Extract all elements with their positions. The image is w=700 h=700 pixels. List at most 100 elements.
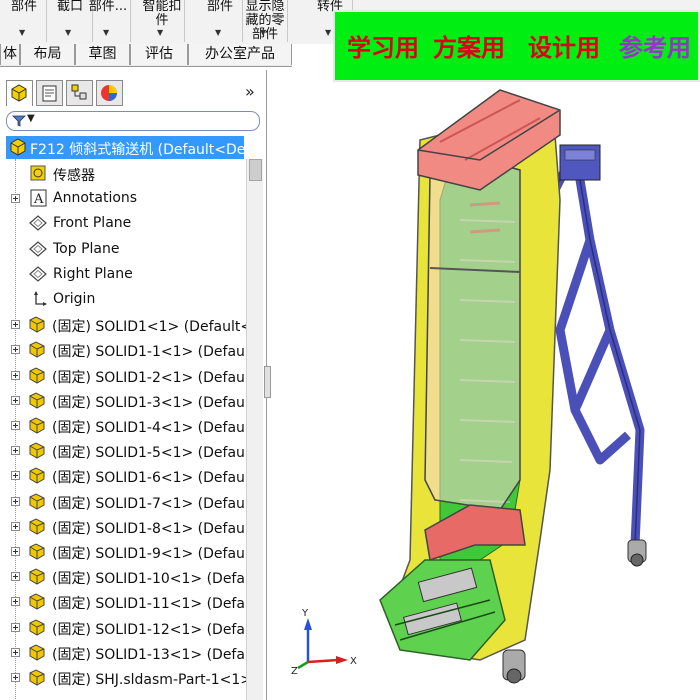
part-icon	[29, 467, 45, 484]
tree-item[interactable]: Origin	[0, 287, 248, 311]
tree-item-label: (固定) SOLID1-13<1> (Default	[52, 646, 248, 663]
expand-toggle[interactable]	[11, 421, 20, 430]
ribbon-button-2[interactable]: 部件...	[86, 0, 130, 14]
tree-item[interactable]: (固定) SOLID1-8<1> (Default<	[0, 514, 248, 538]
tree-item-label: (固定) SOLID1-1<1> (Default<	[52, 344, 248, 361]
filter-icon	[12, 115, 26, 127]
tree-item[interactable]: (固定) SOLID1-13<1> (Default	[0, 640, 248, 664]
ribbon-button-4[interactable]: 部件	[198, 0, 242, 14]
expand-toggle[interactable]	[11, 395, 20, 405]
ribbon-button-0[interactable]: 部件	[2, 0, 46, 14]
part-icon	[29, 619, 45, 636]
tree-item-label: (固定) SOLID1-8<1> (Default<	[52, 520, 248, 537]
tree-scrollbar[interactable]	[246, 159, 263, 700]
scrollbar-thumb[interactable]	[249, 159, 262, 181]
part-icon	[29, 568, 45, 585]
tree-item[interactable]: (固定) SOLID1-6<1> (Default<	[0, 463, 248, 487]
filter-dropdown-arrow[interactable]: ▼	[27, 113, 35, 124]
tab-1[interactable]: 布局	[20, 44, 75, 65]
part-icon	[29, 518, 45, 535]
property-tab[interactable]	[36, 80, 63, 106]
expand-toggle[interactable]	[11, 446, 20, 456]
tree-item-label: Top Plane	[53, 240, 120, 257]
command-tabs: 体布局 草图 评估 办公室产品	[0, 44, 292, 67]
ribbon-separator	[46, 0, 47, 42]
expand-toggle[interactable]	[11, 320, 20, 330]
ribbon-separator	[287, 0, 288, 42]
part-icon	[29, 644, 45, 661]
ribbon-button-3[interactable]: 智能扣 件	[140, 0, 184, 28]
expand-toggle[interactable]	[11, 673, 20, 682]
tree-item[interactable]: (固定) SHJ.sldasm-Part-1<1>	[0, 665, 248, 689]
triad-z-label: Z	[291, 666, 298, 676]
origin-icon	[34, 291, 47, 306]
tree-item[interactable]: (固定) SOLID1-10<1> (Default	[0, 564, 248, 588]
tree-item[interactable]: (固定) SOLID1-12<1> (Default	[0, 615, 248, 639]
tree-item-label: (固定) SOLID1-5<1> (Default<	[52, 445, 248, 462]
tree-item-label: (固定) SOLID1-7<1> (Default<	[52, 495, 248, 512]
ribbon-separator	[130, 0, 131, 42]
expand-toggle[interactable]	[11, 194, 20, 204]
tree-item-label: (固定) SHJ.sldasm-Part-1<1>	[52, 672, 248, 688]
ribbon-dropdown-arrow[interactable]: ▼	[65, 28, 71, 37]
configuration-icon	[71, 84, 87, 100]
expand-toggle[interactable]	[11, 597, 20, 607]
tree-root-label: F212 倾斜式输送机 (Default<Defa	[30, 142, 259, 158]
ribbon-dropdown-arrow[interactable]: ▼	[215, 28, 221, 37]
more-tabs-button[interactable]: »	[245, 82, 255, 101]
tree-item[interactable]: A Annotations	[0, 186, 248, 210]
ribbon-dropdown-arrow[interactable]: ▼	[103, 28, 109, 37]
expand-toggle[interactable]	[11, 370, 20, 380]
expand-toggle[interactable]	[11, 471, 20, 481]
tab-0[interactable]: 体	[0, 44, 20, 65]
tab-2[interactable]: 草图	[75, 44, 130, 65]
tree-item-label: (固定) SOLID1-10<1> (Default	[52, 571, 248, 588]
triad-y-label: Y	[301, 608, 309, 619]
display-tab[interactable]	[96, 80, 123, 106]
expand-toggle[interactable]	[11, 647, 20, 657]
tree-item-label: Origin	[53, 291, 96, 307]
orientation-triad: Y X Z	[291, 608, 357, 676]
tree-item[interactable]: Front Plane	[0, 211, 248, 235]
tree-item[interactable]: (固定) SOLID1-11<1> (Default	[0, 589, 248, 613]
tree-item[interactable]: (固定) SOLID1-4<1> (Default<	[0, 413, 248, 437]
tree-root-assembly[interactable]: F212 倾斜式输送机 (Default<Defa	[6, 136, 259, 159]
ribbon-dropdown-arrow[interactable]: ▼	[260, 28, 266, 37]
feature-manager-panel: » ▼ F212 倾斜式输送机 (Default<Defa 传感器 A Annota…	[0, 70, 267, 700]
conveyor-model	[379, 89, 647, 684]
ribbon-dropdown-arrow[interactable]: ▼	[19, 28, 25, 37]
config-tab[interactable]	[66, 80, 93, 106]
tree-item[interactable]: (固定) SOLID1-5<1> (Default<	[0, 438, 248, 462]
part-icon	[29, 593, 45, 610]
expand-toggle[interactable]	[11, 345, 20, 355]
part-icon	[29, 543, 45, 560]
tree-item[interactable]: (固定) SOLID1-3<1> (Default<	[0, 388, 248, 412]
expand-toggle[interactable]	[11, 622, 20, 632]
annotations-icon: A	[30, 189, 47, 207]
tree-item[interactable]: Top Plane	[0, 237, 248, 261]
tree-filter-input[interactable]: ▼	[6, 111, 260, 131]
ribbon-dropdown-arrow[interactable]: ▼	[325, 28, 331, 37]
expand-toggle[interactable]	[11, 572, 20, 582]
tree-item[interactable]: (固定) SOLID1-9<1> (Default<	[0, 539, 248, 563]
expand-toggle[interactable]	[11, 496, 20, 506]
part-icon	[29, 442, 45, 459]
tab-4[interactable]: 办公室产品	[188, 44, 292, 65]
expand-toggle[interactable]	[11, 547, 20, 556]
tree-item[interactable]: (固定) SOLID1-7<1> (Default<	[0, 489, 248, 513]
front-cover	[424, 149, 521, 511]
feature-tree-tab[interactable]	[6, 80, 33, 106]
part-icon	[29, 341, 45, 358]
tree-item[interactable]: Right Plane	[0, 262, 248, 286]
ribbon-dropdown-arrow[interactable]: ▼	[157, 28, 163, 37]
tree-item[interactable]: (固定) SOLID1-1<1> (Default<	[0, 337, 248, 361]
tree-item-label: (固定) SOLID1-9<1> (Default<	[52, 546, 248, 562]
tree-item-label: (固定) SOLID1-2<1> (Default<	[52, 369, 248, 386]
ribbon-separator	[184, 0, 185, 42]
tree-item[interactable]: (固定) SOLID1<1> (Default<<	[0, 312, 248, 336]
tree-item[interactable]: (固定) SOLID1-2<1> (Default<	[0, 363, 248, 387]
panel-tabs	[6, 80, 261, 106]
tab-3[interactable]: 评估	[130, 44, 188, 65]
tree-item[interactable]: 传感器	[0, 161, 248, 185]
expand-toggle[interactable]	[11, 521, 20, 531]
